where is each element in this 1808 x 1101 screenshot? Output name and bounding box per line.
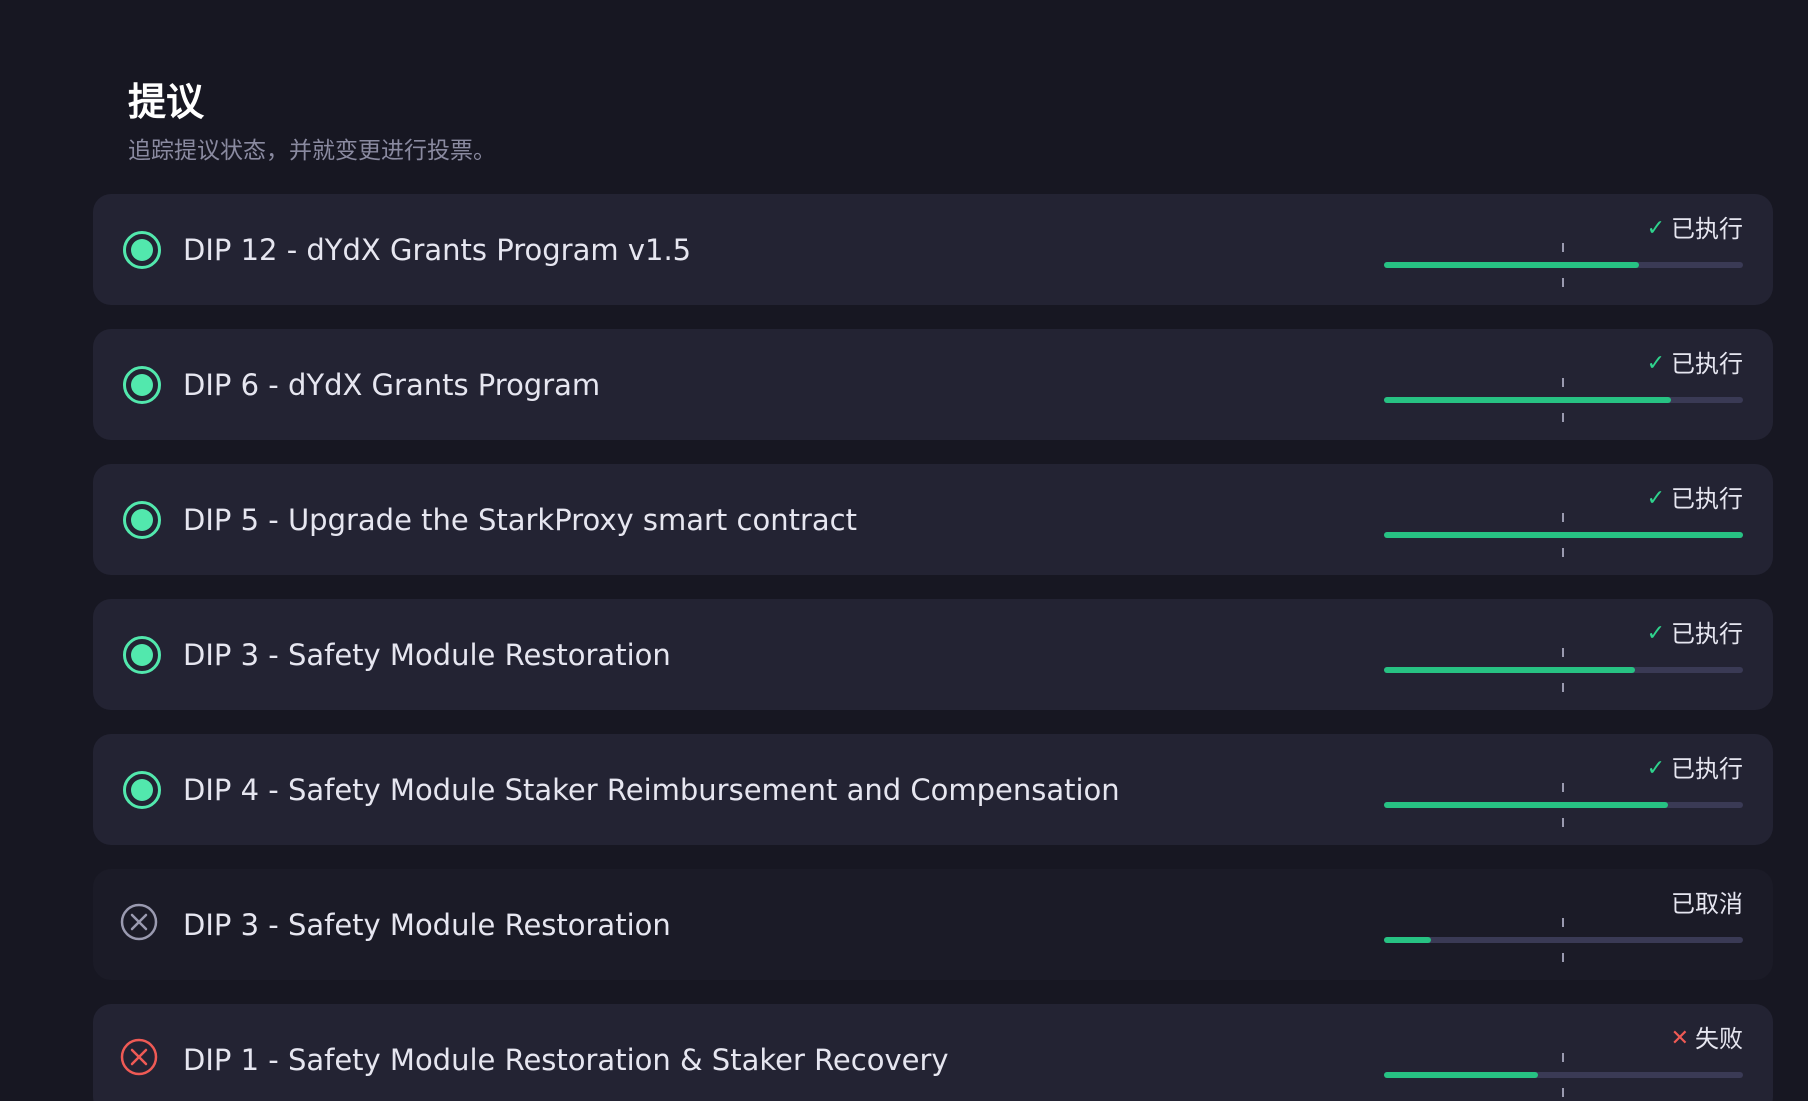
page-title: 提议 — [128, 80, 205, 124]
vote-progress-bar — [1384, 513, 1743, 557]
proposal-title: DIP 5 - Upgrade the StarkProxy smart con… — [183, 503, 857, 537]
check-icon: ✓ — [1646, 486, 1665, 511]
proposal-card[interactable]: DIP 4 - Safety Module Staker Reimburseme… — [93, 734, 1773, 845]
threshold-marker — [1562, 953, 1564, 962]
proposal-card[interactable]: DIP 3 - Safety Module Restoration ✓ 已执行 — [93, 599, 1773, 710]
vote-progress-fill — [1384, 667, 1636, 673]
proposal-title: DIP 3 - Safety Module Restoration — [183, 638, 671, 672]
threshold-marker — [1562, 818, 1564, 827]
threshold-marker — [1562, 278, 1564, 287]
proposal-card[interactable]: DIP 6 - dYdX Grants Program ✓ 已执行 — [93, 329, 1773, 440]
status-text: 失败 — [1695, 1025, 1743, 1053]
proposal-list: DIP 12 - dYdX Grants Program v1.5 ✓ 已执行 DIP… — [93, 194, 1773, 1101]
executed-status-icon — [123, 501, 161, 539]
check-icon: ✓ — [1646, 216, 1665, 241]
status-text: 已执行 — [1671, 215, 1743, 243]
proposal-title: DIP 4 - Safety Module Staker Reimburseme… — [183, 773, 1120, 807]
status-badge: ✓ 已执行 — [1647, 214, 1743, 244]
threshold-marker — [1562, 548, 1564, 557]
executed-status-icon — [123, 231, 161, 269]
threshold-marker — [1562, 1088, 1564, 1097]
threshold-marker — [1562, 683, 1564, 692]
vote-progress-fill — [1384, 397, 1672, 403]
proposal-card[interactable]: DIP 3 - Safety Module Restoration 已取消 — [93, 869, 1773, 980]
executed-status-icon — [123, 636, 161, 674]
check-icon: ✓ — [1646, 756, 1665, 781]
vote-progress-bar — [1384, 918, 1743, 962]
threshold-marker — [1562, 1053, 1564, 1062]
threshold-marker — [1562, 513, 1564, 522]
status-badge: ✓ 已执行 — [1647, 754, 1743, 784]
canceled-status-icon — [120, 903, 161, 944]
vote-progress-fill — [1384, 802, 1668, 808]
status-text: 已执行 — [1671, 620, 1743, 648]
status-badge: 已取消 — [1671, 889, 1743, 919]
proposal-title: DIP 6 - dYdX Grants Program — [183, 368, 601, 402]
vote-progress-fill — [1384, 937, 1431, 943]
status-text: 已执行 — [1671, 350, 1743, 378]
proposal-title: DIP 3 - Safety Module Restoration — [183, 908, 671, 942]
page-header: 提议 追踪提议状态，并就变更进行投票。 — [128, 78, 496, 166]
status-text: 已执行 — [1671, 485, 1743, 513]
vote-progress-fill — [1384, 262, 1639, 268]
vote-progress-fill — [1384, 532, 1743, 538]
threshold-marker — [1562, 783, 1564, 792]
vote-progress-bar — [1384, 1053, 1743, 1097]
status-badge: ✓ 已执行 — [1647, 619, 1743, 649]
check-icon: ✓ — [1646, 621, 1665, 646]
vote-progress-bar — [1384, 648, 1743, 692]
status-badge: ✓ 已执行 — [1647, 349, 1743, 379]
vote-progress-bar — [1384, 243, 1743, 287]
threshold-marker — [1562, 413, 1564, 422]
check-icon: ✓ — [1646, 351, 1665, 376]
threshold-marker — [1562, 243, 1564, 252]
vote-progress-bar — [1384, 378, 1743, 422]
threshold-marker — [1562, 378, 1564, 387]
proposal-card[interactable]: DIP 12 - dYdX Grants Program v1.5 ✓ 已执行 — [93, 194, 1773, 305]
failed-status-icon — [120, 1038, 161, 1079]
proposal-card[interactable]: DIP 1 - Safety Module Restoration & Stak… — [93, 1004, 1773, 1101]
proposals-page: 提议 追踪提议状态，并就变更进行投票。 DIP 12 - dYdX Grants… — [0, 0, 1808, 1101]
proposal-card[interactable]: DIP 5 - Upgrade the StarkProxy smart con… — [93, 464, 1773, 575]
status-badge: ✓ 已执行 — [1647, 484, 1743, 514]
executed-status-icon — [123, 771, 161, 809]
status-text: 已取消 — [1671, 890, 1743, 918]
status-text: 已执行 — [1671, 755, 1743, 783]
page-subtitle: 追踪提议状态，并就变更进行投票。 — [128, 138, 496, 164]
proposal-title: DIP 1 - Safety Module Restoration & Stak… — [183, 1043, 949, 1077]
threshold-marker — [1562, 918, 1564, 927]
status-badge: ✕ 失败 — [1671, 1024, 1743, 1054]
executed-status-icon — [123, 366, 161, 404]
close-icon: ✕ — [1670, 1026, 1689, 1051]
proposal-title: DIP 12 - dYdX Grants Program v1.5 — [183, 233, 692, 267]
threshold-marker — [1562, 648, 1564, 657]
vote-progress-bar — [1384, 783, 1743, 827]
vote-progress-fill — [1384, 1072, 1539, 1078]
